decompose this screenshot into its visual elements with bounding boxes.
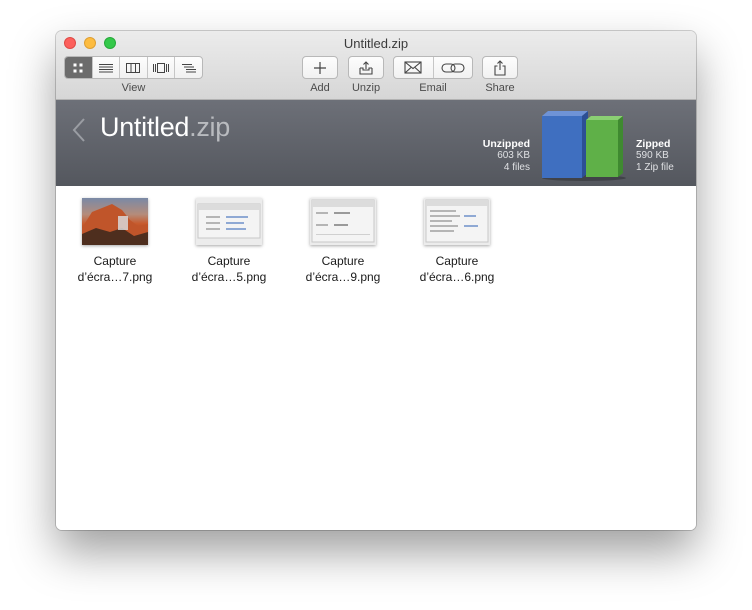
unzip-tray-icon xyxy=(359,60,373,75)
mountain-photo-thumbnail xyxy=(82,198,148,245)
unzipped-block-top xyxy=(542,111,588,116)
file-item[interactable]: Capture d’écra…7.png xyxy=(60,198,170,285)
unzipped-stats: Unzipped 603 KB 4 files xyxy=(483,138,530,174)
list-view-icon xyxy=(98,63,113,72)
file-name-line2: d’écra…7.png xyxy=(77,270,153,284)
unzipped-block xyxy=(542,116,582,178)
zipped-count: 1 Zip file xyxy=(636,162,674,173)
file-name-line1: Capture xyxy=(435,254,479,268)
file-grid: Capture d’écra…7.png Capture d’écra…5.pn… xyxy=(56,186,696,530)
share-button[interactable] xyxy=(482,56,518,79)
window-title: Untitled.zip xyxy=(343,36,409,51)
window-screenshot-thumbnail xyxy=(196,198,262,245)
file-name-line1: Capture xyxy=(93,254,137,268)
share-icon xyxy=(494,59,506,76)
icon-view-button[interactable] xyxy=(65,57,93,78)
unzipped-size: 603 KB xyxy=(497,150,530,161)
add-button-face xyxy=(303,57,337,78)
title-bar: Untitled.zip View Add Unzip Email Share xyxy=(56,31,696,100)
column-view-button[interactable] xyxy=(120,57,148,78)
add-label: Add xyxy=(310,82,330,94)
window-screenshot-thumbnail xyxy=(424,198,490,245)
file-name-line2: d’écra…5.png xyxy=(191,270,267,284)
zipped-block-top xyxy=(586,116,623,120)
view-mode-control xyxy=(64,56,203,79)
outline-view-icon xyxy=(181,63,196,72)
email-attachment-button[interactable] xyxy=(394,57,434,78)
unzip-label: Unzip xyxy=(351,82,381,94)
envelope-icon xyxy=(404,61,422,74)
archive-basename: Untitled xyxy=(100,112,190,142)
link-icon xyxy=(441,62,465,73)
plus-icon xyxy=(314,61,326,74)
cover-flow-view-icon xyxy=(153,62,170,73)
file-name-line2: d’écra…6.png xyxy=(419,270,495,284)
file-name-line1: Capture xyxy=(321,254,365,268)
add-button[interactable] xyxy=(302,56,338,79)
archive-window: Untitled.zip View Add Unzip Email Share … xyxy=(56,31,696,530)
unzipped-heading: Unzipped xyxy=(482,138,530,150)
window-screenshot-thumbnail xyxy=(310,198,376,245)
archive-name: Untitled.zip xyxy=(100,112,230,143)
unzipped-count: 4 files xyxy=(503,162,530,173)
file-name-line2: d’écra…9.png xyxy=(305,270,381,284)
zipped-size: 590 KB xyxy=(636,150,669,161)
email-control xyxy=(393,56,473,79)
back-chevron-icon[interactable] xyxy=(72,117,86,143)
file-item[interactable]: Capture d’écra…6.png xyxy=(402,198,512,285)
archive-info-banner: Untitled.zip Unzipped 603 KB 4 files Zip… xyxy=(56,100,696,186)
share-label: Share xyxy=(485,82,515,94)
zipped-block xyxy=(586,120,618,177)
icon-view-icon xyxy=(73,63,83,72)
email-link-button[interactable] xyxy=(434,57,473,78)
file-item[interactable]: Capture d’écra…5.png xyxy=(174,198,284,285)
list-view-button[interactable] xyxy=(93,57,121,78)
zipped-heading: Zipped xyxy=(636,138,671,150)
view-label: View xyxy=(121,82,146,94)
zipped-stats: Zipped 590 KB 1 Zip file xyxy=(636,138,674,174)
column-view-icon xyxy=(126,62,141,73)
outline-view-button[interactable] xyxy=(175,57,202,78)
zipped-block-side xyxy=(618,116,623,177)
unzip-button[interactable] xyxy=(348,56,384,79)
share-button-face xyxy=(483,57,517,78)
file-item[interactable]: Capture d’écra…9.png xyxy=(288,198,398,285)
email-label: Email xyxy=(419,82,447,94)
archive-extension: .zip xyxy=(189,112,230,142)
file-name-line1: Capture xyxy=(207,254,251,268)
size-comparison-graphic xyxy=(542,111,626,181)
cover-flow-view-button[interactable] xyxy=(148,57,176,78)
unzip-button-face xyxy=(349,57,383,78)
